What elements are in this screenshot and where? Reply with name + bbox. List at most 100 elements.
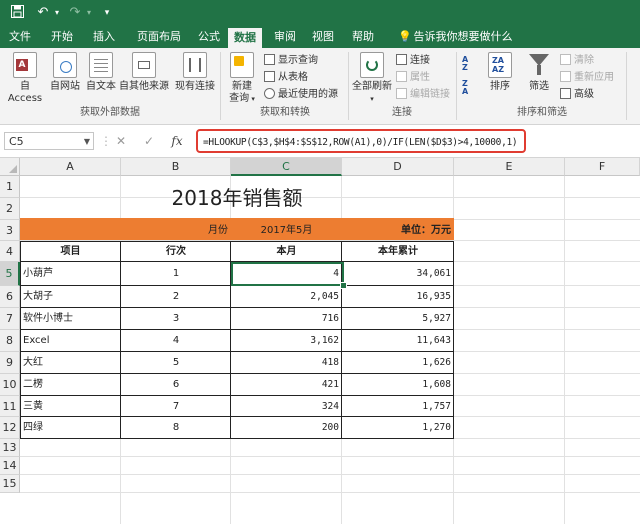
row-header-2[interactable]: 2: [0, 198, 20, 220]
row-header-7[interactable]: 7: [0, 308, 20, 330]
column-header-e[interactable]: E: [454, 158, 565, 176]
table-row-index[interactable]: 7: [121, 396, 231, 417]
table-row-month[interactable]: 421: [231, 374, 342, 396]
table-row-name[interactable]: 小葫芦: [20, 262, 121, 286]
table-header-cell[interactable]: 项目: [20, 241, 121, 262]
table-row-index[interactable]: 5: [121, 352, 231, 374]
name-box[interactable]: C5 ▼: [4, 132, 94, 150]
select-all-button[interactable]: [0, 158, 20, 176]
column-header-a[interactable]: A: [20, 158, 121, 176]
table-row-month[interactable]: 716: [231, 308, 342, 330]
row-header-8[interactable]: 8: [0, 330, 20, 352]
tell-me-search[interactable]: 💡 告诉我你想要做什么: [398, 26, 513, 48]
from-access-button[interactable]: A 自 Access: [4, 52, 46, 105]
table-row-index[interactable]: 3: [121, 308, 231, 330]
sort-button[interactable]: ZA AZ 排序: [484, 52, 516, 93]
row-header-3[interactable]: 3: [0, 220, 20, 241]
fill-handle[interactable]: [340, 282, 347, 289]
insert-function-icon[interactable]: fx: [170, 132, 184, 150]
table-row-ytd[interactable]: 34,061: [342, 262, 454, 286]
tab-help[interactable]: 帮助: [346, 26, 380, 48]
sort-az-icon[interactable]: AZ: [462, 56, 482, 72]
table-row-index[interactable]: 2: [121, 286, 231, 308]
table-row-index[interactable]: 1: [121, 262, 231, 286]
save-icon[interactable]: [8, 0, 26, 26]
tab-review[interactable]: 审阅: [268, 26, 302, 48]
from-table-button[interactable]: 从表格: [264, 71, 308, 85]
existing-connections-button[interactable]: 现有连接: [174, 52, 216, 93]
column-header-c[interactable]: C: [231, 158, 342, 176]
tab-insert[interactable]: 插入: [84, 26, 124, 48]
refresh-all-button[interactable]: 全部刷新 ▾: [352, 52, 392, 105]
from-web-button[interactable]: 自网站: [48, 52, 82, 93]
month-label[interactable]: 月份: [121, 220, 231, 241]
chevron-down-icon[interactable]: ▼: [84, 133, 90, 151]
connections-button[interactable]: 连接: [396, 54, 430, 68]
advanced-filter-button[interactable]: 高级: [560, 88, 594, 102]
cancel-icon[interactable]: ✕: [114, 132, 128, 150]
table-row-ytd[interactable]: 1,270: [342, 417, 454, 439]
customize-toolbar-icon[interactable]: ▾: [100, 0, 114, 26]
sheet-title[interactable]: 2018年销售额: [20, 176, 454, 220]
row-header-13[interactable]: 13: [0, 439, 20, 457]
row-header-15[interactable]: 15: [0, 475, 20, 493]
table-row-month[interactable]: 2,045: [231, 286, 342, 308]
month-value[interactable]: 2017年5月: [231, 220, 342, 241]
recent-sources-button[interactable]: 最近使用的源: [264, 88, 338, 102]
undo-dropdown-icon[interactable]: ▾: [52, 0, 62, 26]
table-row-month[interactable]: 418: [231, 352, 342, 374]
table-row-index[interactable]: 8: [121, 417, 231, 439]
table-row-name[interactable]: 四绿: [20, 417, 121, 439]
filter-button[interactable]: 筛选: [522, 52, 556, 93]
table-row-name[interactable]: 大胡子: [20, 286, 121, 308]
table-row-ytd[interactable]: 5,927: [342, 308, 454, 330]
row-header-4[interactable]: 4: [0, 241, 20, 262]
tab-data[interactable]: 数据: [228, 28, 262, 48]
table-row-ytd[interactable]: 1,626: [342, 352, 454, 374]
show-queries-button[interactable]: 显示查询: [264, 54, 318, 68]
table-row-name[interactable]: 软件小博士: [20, 308, 121, 330]
undo-icon[interactable]: ↶: [34, 0, 52, 26]
row-header-5[interactable]: 5: [0, 262, 20, 286]
table-row-name[interactable]: Excel: [20, 330, 121, 352]
row-header-1[interactable]: 1: [0, 176, 20, 198]
table-header-cell[interactable]: 本月: [231, 241, 342, 262]
enter-icon[interactable]: ✓: [142, 132, 156, 150]
table-header-cell[interactable]: 行次: [121, 241, 231, 262]
redo-dropdown-icon[interactable]: ▾: [84, 0, 94, 26]
edit-links-button[interactable]: 编辑链接: [396, 88, 450, 102]
row-header-12[interactable]: 12: [0, 417, 20, 439]
table-row-month[interactable]: 3,162: [231, 330, 342, 352]
from-other-sources-button[interactable]: 自其他来源: [118, 52, 170, 93]
tab-home[interactable]: 开始: [42, 26, 82, 48]
formula-input[interactable]: =HLOOKUP(C$3,$H$4:$S$12,ROW(A1),0)/IF(LE…: [196, 129, 526, 153]
table-row-ytd[interactable]: 16,935: [342, 286, 454, 308]
tab-file[interactable]: 文件: [2, 26, 38, 48]
clear-filter-button[interactable]: 清除: [560, 54, 594, 68]
table-row-ytd[interactable]: 1,608: [342, 374, 454, 396]
table-row-name[interactable]: 大红: [20, 352, 121, 374]
row-header-9[interactable]: 9: [0, 352, 20, 374]
row-header-10[interactable]: 10: [0, 374, 20, 396]
tab-page-layout[interactable]: 页面布局: [128, 26, 190, 48]
tab-view[interactable]: 视图: [306, 26, 340, 48]
column-header-f[interactable]: F: [565, 158, 640, 176]
redo-icon[interactable]: ↷: [66, 0, 84, 26]
row-header-14[interactable]: 14: [0, 457, 20, 475]
table-row-index[interactable]: 4: [121, 330, 231, 352]
reapply-button[interactable]: 重新应用: [560, 71, 614, 85]
table-row-name[interactable]: 二楞: [20, 374, 121, 396]
table-row-index[interactable]: 6: [121, 374, 231, 396]
new-query-button[interactable]: 新建 查询 ▾: [224, 52, 260, 105]
from-text-button[interactable]: 自文本: [84, 52, 118, 93]
sort-za-icon[interactable]: ZA: [462, 80, 482, 96]
tab-formulas[interactable]: 公式: [190, 26, 228, 48]
table-row-ytd[interactable]: 1,757: [342, 396, 454, 417]
row-header-11[interactable]: 11: [0, 396, 20, 417]
table-row-month[interactable]: 200: [231, 417, 342, 439]
unit-label[interactable]: 单位：万元: [342, 220, 454, 241]
table-row-month[interactable]: 324: [231, 396, 342, 417]
properties-button[interactable]: 属性: [396, 71, 430, 85]
table-row-name[interactable]: 三黄: [20, 396, 121, 417]
column-header-d[interactable]: D: [342, 158, 454, 176]
